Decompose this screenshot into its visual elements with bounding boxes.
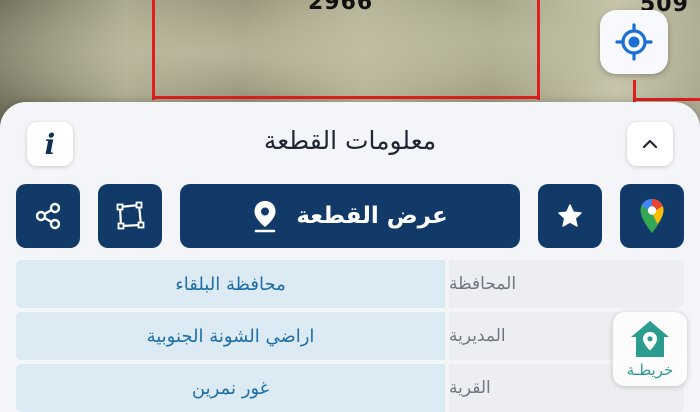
parcel-boundary [633,98,700,101]
house-pin-icon [631,321,669,357]
detail-value: اراضي الشونة الجنوبية [16,312,445,360]
detail-row-village: غور نمرين القرية [16,364,684,412]
sheet-title: معلومات القطعة [263,126,437,155]
khareeta-app-badge[interactable]: خريطـة [613,312,687,386]
open-google-maps-button[interactable] [620,184,684,248]
star-icon [558,204,582,227]
parcel-boundary [152,0,155,100]
parcel-boundary [152,96,540,99]
parcel-number-label: 2966 [308,0,374,15]
detail-value: محافظة البلقاء [16,260,445,308]
measure-area-button[interactable] [98,184,162,248]
locate-me-button[interactable] [600,10,668,74]
polygon-outline-icon [116,201,145,230]
badge-label: خريطـة [626,361,674,379]
detail-row-governorate: محافظة البلقاء المحافظة [16,260,684,308]
detail-row-directorate: اراضي الشونة الجنوبية المديرية [16,312,684,360]
location-pin-icon [254,201,276,233]
parcel-info-sheet: i معلومات القطعة عرض القطعة محافظة البلق… [0,102,700,412]
show-parcel-label: عرض القطعة [296,203,448,229]
detail-key: المحافظة [449,260,684,308]
parcel-boundary [537,0,540,100]
detail-value: غور نمرين [16,364,445,412]
google-maps-icon [640,199,664,233]
share-button[interactable] [16,184,80,248]
favorite-button[interactable] [538,184,602,248]
collapse-button[interactable] [627,122,673,166]
share-icon [35,202,61,230]
show-parcel-button[interactable]: عرض القطعة [180,184,520,248]
crosshair-target-icon [615,23,653,61]
chevron-up-icon [642,139,658,149]
